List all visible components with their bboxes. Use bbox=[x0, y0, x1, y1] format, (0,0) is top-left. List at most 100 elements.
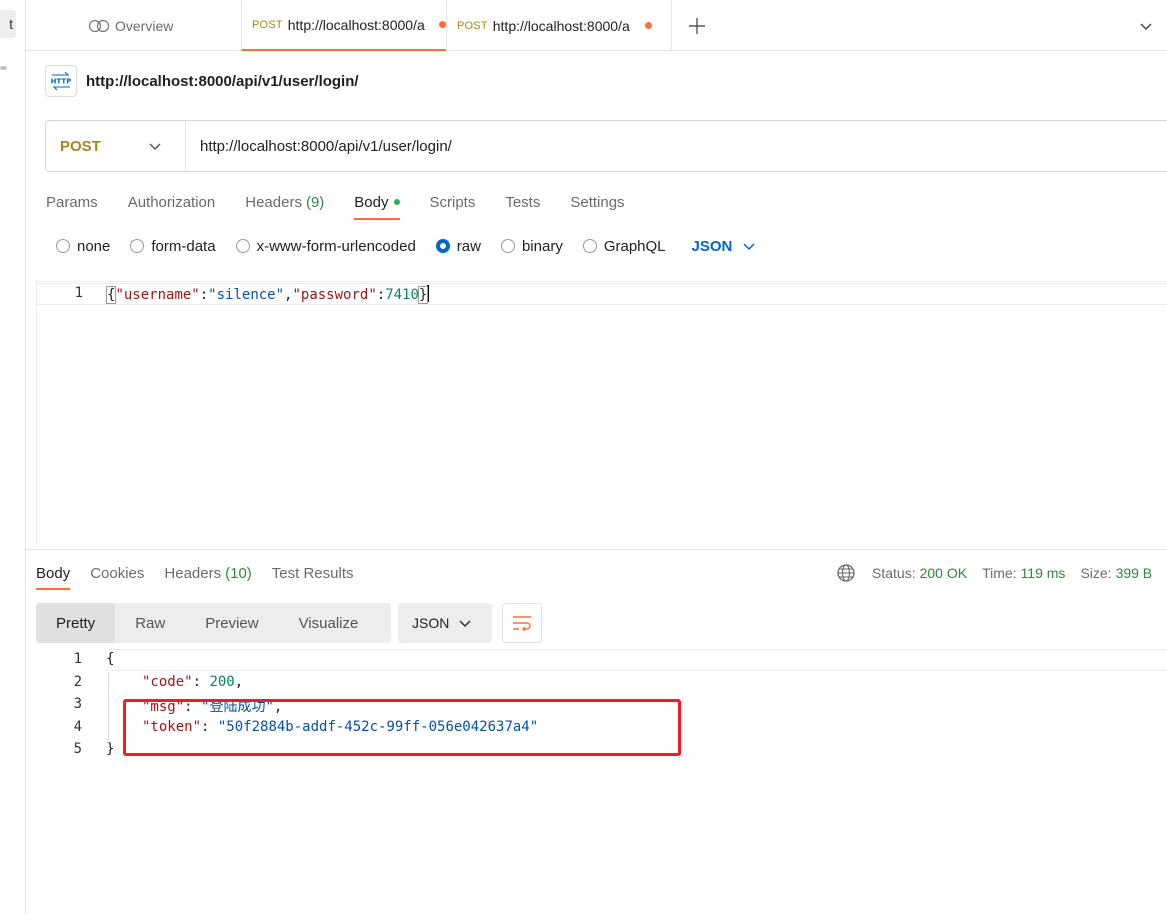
json-key: "code" bbox=[142, 674, 193, 690]
radio-icon bbox=[582, 239, 597, 253]
code-line: {"username":"silence","password":7410} bbox=[105, 285, 430, 304]
tab-label: Body bbox=[36, 564, 71, 582]
tab-authorization[interactable]: Authorization bbox=[128, 184, 216, 220]
wrap-lines-button[interactable] bbox=[502, 603, 542, 643]
chevron-down-icon bbox=[1140, 22, 1152, 30]
tab-method: POST bbox=[457, 19, 488, 32]
brace: } bbox=[417, 286, 429, 304]
tab-label: Scripts bbox=[429, 193, 476, 211]
svg-text:HTTP: HTTP bbox=[51, 78, 72, 86]
tab-scripts[interactable]: Scripts bbox=[430, 184, 476, 220]
line-number: 4 bbox=[73, 719, 82, 735]
pane-divider[interactable] bbox=[26, 549, 1167, 550]
globe-icon[interactable] bbox=[836, 563, 856, 583]
http-icon: HTTP bbox=[45, 65, 77, 97]
colon: : bbox=[199, 287, 209, 303]
radio-icon bbox=[130, 239, 145, 253]
radio-label: none bbox=[77, 237, 111, 255]
overview-icon bbox=[88, 19, 110, 32]
json-number: 200 bbox=[209, 674, 235, 690]
unsaved-dot-icon bbox=[644, 22, 652, 29]
resp-tab-body[interactable]: Body bbox=[36, 556, 71, 590]
sidebar-dots: °° bbox=[0, 66, 7, 77]
tab-request-2[interactable]: POST http://localhost:8000/a bbox=[446, 0, 671, 51]
tab-label: Headers bbox=[245, 193, 302, 211]
line-number: 5 bbox=[73, 741, 82, 757]
chevron-down-icon bbox=[459, 620, 471, 628]
view-preview[interactable]: Preview bbox=[185, 603, 278, 643]
chevron-down-icon bbox=[149, 143, 161, 151]
code-line: "code": 200, bbox=[142, 674, 244, 690]
radio-label: raw bbox=[456, 237, 481, 255]
active-line bbox=[106, 649, 1167, 671]
tab-method: POST bbox=[252, 18, 283, 31]
indent-guide bbox=[108, 672, 109, 744]
view-raw[interactable]: Raw bbox=[115, 603, 185, 643]
time-value[interactable]: 119 ms bbox=[1021, 565, 1066, 581]
radio-label: GraphQL bbox=[603, 237, 666, 255]
unsaved-dot-icon bbox=[439, 21, 446, 28]
request-tabs: Params Authorization Headers (9) Body Scr… bbox=[46, 184, 655, 222]
body-language-select[interactable]: JSON bbox=[692, 238, 757, 255]
radio-graphql[interactable]: GraphQL bbox=[582, 237, 666, 255]
radio-raw[interactable]: raw bbox=[435, 237, 481, 255]
tab-label: Body bbox=[354, 193, 389, 211]
url-input[interactable] bbox=[186, 122, 1167, 170]
view-visualize[interactable]: Visualize bbox=[279, 603, 379, 643]
view-pretty[interactable]: Pretty bbox=[36, 603, 116, 643]
radio-icon bbox=[500, 239, 515, 253]
new-tab-button[interactable] bbox=[671, 0, 721, 51]
resp-tab-cookies[interactable]: Cookies bbox=[90, 556, 144, 590]
wrap-lines-icon bbox=[513, 616, 531, 631]
request-title[interactable]: http://localhost:8000/api/v1/user/login/ bbox=[86, 73, 359, 90]
tab-list-dropdown[interactable] bbox=[1131, 0, 1161, 51]
tab-settings[interactable]: Settings bbox=[570, 184, 624, 220]
tab-overview[interactable]: Overview bbox=[88, 0, 173, 51]
tab-label: Test Results bbox=[271, 564, 354, 582]
tab-headers[interactable]: Headers (9) bbox=[245, 184, 324, 220]
headers-count: (10) bbox=[225, 564, 252, 582]
sidebar-collapsed-item[interactable]: t bbox=[0, 10, 16, 38]
radio-x-www-form-urlencoded[interactable]: x-www-form-urlencoded bbox=[235, 238, 416, 255]
code-line: { bbox=[106, 651, 114, 667]
text-cursor bbox=[427, 285, 430, 302]
response-format-select[interactable]: JSON bbox=[398, 603, 492, 643]
headers-count: (9) bbox=[305, 193, 325, 211]
body-modified-dot-icon bbox=[393, 199, 400, 205]
tab-request-1[interactable]: POST http://localhost:8000/a bbox=[241, 0, 446, 51]
request-header: HTTP http://localhost:8000/api/v1/user/l… bbox=[45, 64, 359, 98]
json-key: "username" bbox=[115, 287, 200, 303]
method-select[interactable]: POST bbox=[46, 121, 186, 171]
plus-icon bbox=[688, 17, 705, 34]
radio-binary[interactable]: binary bbox=[500, 238, 563, 255]
line-number: 2 bbox=[73, 674, 82, 690]
size-value[interactable]: 399 B bbox=[1116, 565, 1153, 581]
request-body-editor[interactable]: 1 {"username":"silence","password":7410} bbox=[36, 281, 1167, 544]
response-status: Status: 200 OK Time: 119 ms Size: 399 B bbox=[836, 562, 1167, 584]
brace: { bbox=[106, 651, 115, 667]
tab-bar: Overview POST http://localhost:8000/a PO… bbox=[26, 0, 1167, 51]
left-sidebar-strip: t °° bbox=[0, 0, 26, 914]
status-value[interactable]: 200 OK bbox=[920, 565, 967, 581]
resp-tab-headers[interactable]: Headers (10) bbox=[164, 556, 251, 590]
radio-label: form-data bbox=[151, 237, 216, 255]
chevron-down-icon bbox=[743, 243, 755, 251]
radio-form-data[interactable]: form-data bbox=[130, 237, 216, 255]
tab-tests[interactable]: Tests bbox=[505, 184, 540, 220]
tab-label: Cookies bbox=[90, 564, 145, 582]
line-number: 1 bbox=[74, 285, 83, 301]
tab-body[interactable]: Body bbox=[354, 184, 400, 220]
tab-params[interactable]: Params bbox=[46, 184, 98, 220]
highlight-annotation-box bbox=[123, 699, 681, 756]
json-string: "silence" bbox=[208, 287, 285, 303]
tab-overview-label: Overview bbox=[115, 17, 174, 34]
json-number: 7410 bbox=[385, 287, 419, 303]
body-type-selector: none form-data x-www-form-urlencoded raw… bbox=[56, 232, 756, 260]
radio-icon bbox=[56, 239, 70, 253]
tab-label: Headers bbox=[164, 564, 222, 582]
response-view-group: Pretty Raw Preview Visualize bbox=[36, 603, 391, 643]
radio-none[interactable]: none bbox=[56, 238, 110, 255]
tab-url: http://localhost:8000/a bbox=[287, 16, 425, 33]
resp-tab-test-results[interactable]: Test Results bbox=[272, 556, 354, 590]
radio-icon bbox=[235, 239, 250, 253]
